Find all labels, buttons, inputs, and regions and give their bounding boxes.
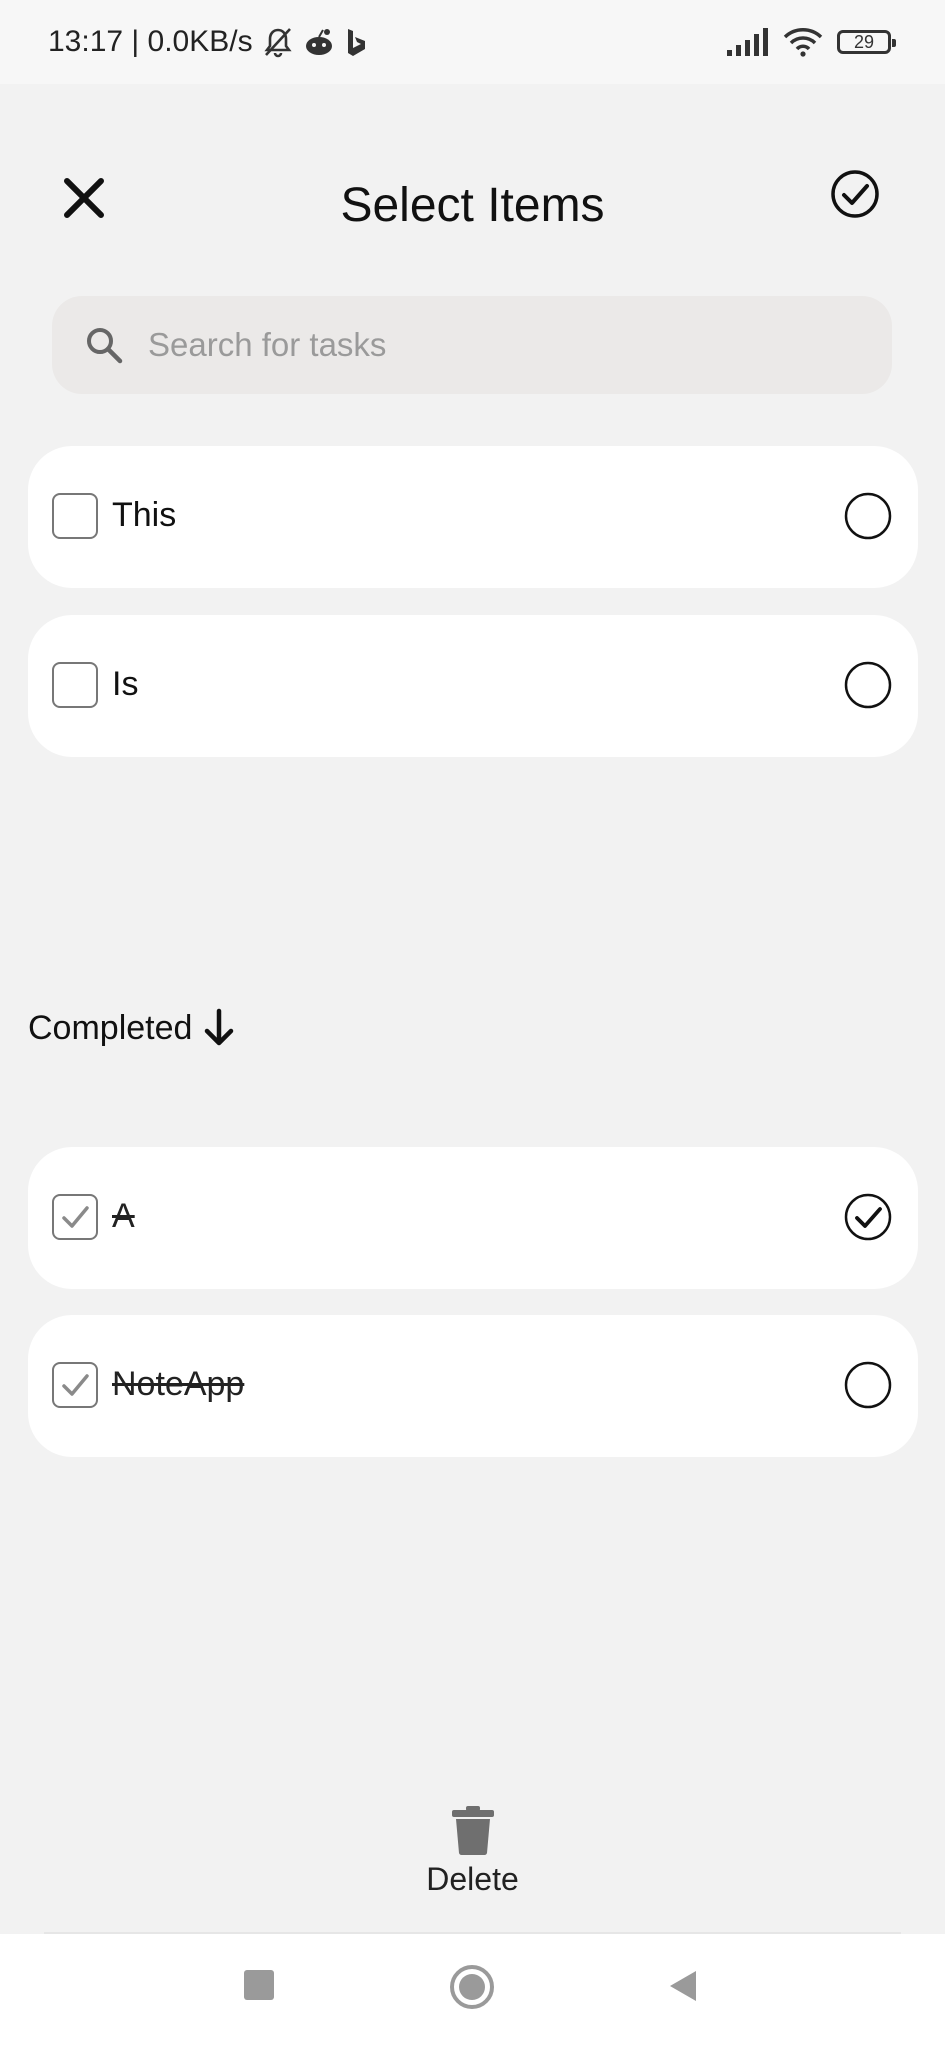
status-right: 29 [727,22,896,62]
checkmark-icon [62,1206,89,1228]
confirm-button[interactable] [829,168,881,220]
task-label: NoteApp [112,1365,245,1403]
select-radio[interactable] [844,661,892,709]
task-checkbox[interactable] [52,493,98,539]
completed-label: Completed [28,1008,193,1047]
task-checkbox[interactable] [52,662,98,708]
list-item[interactable]: NoteApp [28,1315,918,1457]
list-item[interactable]: Is [28,615,918,757]
search-input[interactable] [146,325,850,365]
reddit-icon [303,27,335,57]
search-icon [87,328,123,364]
status-time-speed: 13:17 | 0.0KB/s [48,25,253,58]
select-radio-selected[interactable] [844,1193,892,1241]
bell-off-icon [263,26,293,58]
task-label: This [112,496,177,534]
check-circle-icon [831,170,879,218]
list-item[interactable]: A [28,1147,918,1289]
battery-level: 29 [853,31,875,52]
search-bar [52,296,892,394]
navigation-bar [0,1934,945,2048]
select-radio[interactable] [844,1361,892,1409]
status-bar: 13:17 | 0.0KB/s 29 [0,0,945,84]
task-checkbox-checked[interactable] [52,1194,98,1240]
completed-section-toggle[interactable]: Completed [28,1000,236,1056]
trash-icon [451,1806,494,1855]
task-label: Is [112,665,139,703]
page-title: Select Items [340,179,605,232]
arrow-down-icon [205,1008,234,1046]
checkmark-icon [62,1374,89,1396]
recents-button[interactable] [242,1968,276,2002]
delete-button[interactable]: Delete [0,1805,945,1898]
task-checkbox-checked[interactable] [52,1362,98,1408]
status-left: 13:17 | 0.0KB/s [48,20,367,64]
task-label: A [112,1197,135,1235]
wifi-icon [783,27,823,57]
bing-icon [345,27,367,57]
delete-label: Delete [426,1861,519,1897]
list-item[interactable]: This [28,446,918,588]
select-radio[interactable] [844,492,892,540]
home-button[interactable] [449,1964,495,2010]
signal-icon [727,28,769,56]
header: Select Items [0,140,945,260]
back-button[interactable] [666,1968,700,2004]
battery-icon: 29 [837,30,896,54]
